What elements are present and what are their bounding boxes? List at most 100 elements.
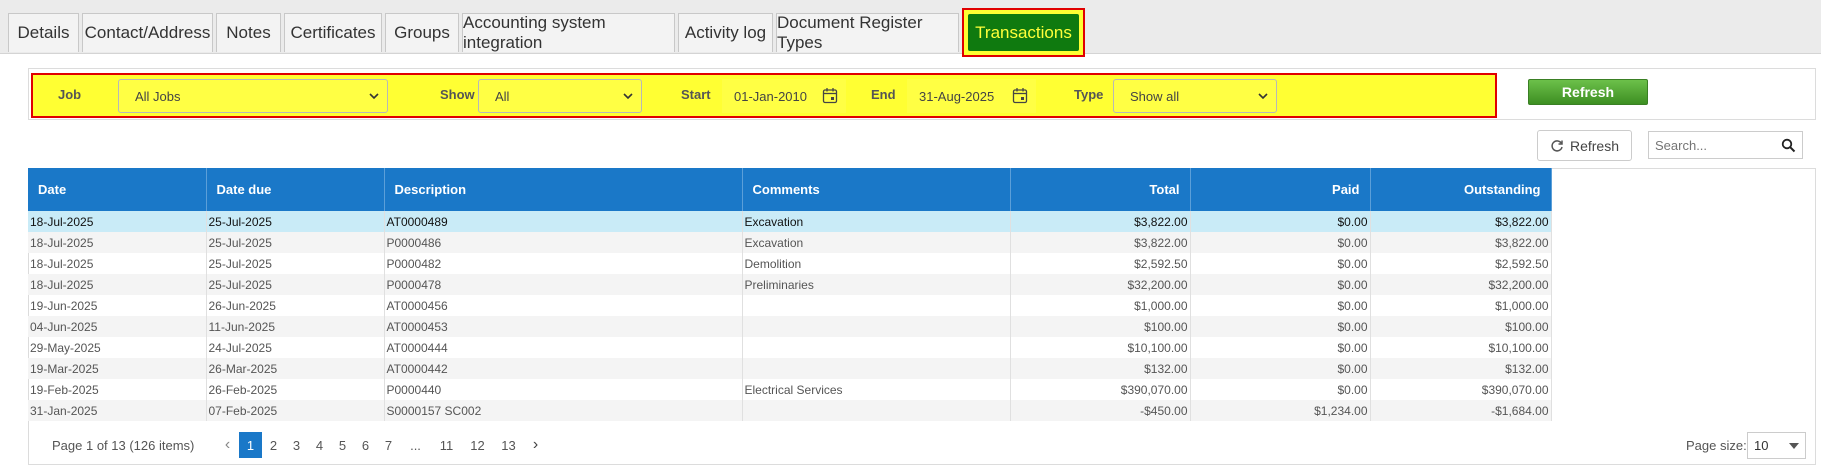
cell-outstanding: $3,822.00 xyxy=(1370,232,1552,253)
cell-comments xyxy=(742,400,1011,421)
grid-refresh-label: Refresh xyxy=(1569,137,1620,154)
column-header-comments[interactable]: Comments xyxy=(742,168,1011,211)
type-label: Type xyxy=(1074,87,1104,102)
calendar-icon[interactable] xyxy=(1012,87,1028,104)
cell-description-link[interactable]: AT0000489 xyxy=(384,211,743,232)
cell-date: 18-Jul-2025 xyxy=(28,232,207,253)
show-label: Show xyxy=(440,87,475,102)
cell-outstanding: $100.00 xyxy=(1370,316,1552,337)
table-row[interactable]: 19-Feb-2025 26-Feb-2025 P0000440 Electri… xyxy=(28,379,1552,400)
table-row[interactable]: 18-Jul-2025 25-Jul-2025 AT0000489 Excava… xyxy=(28,211,1552,232)
cell-date-due: 25-Jul-2025 xyxy=(206,253,385,274)
page-ellipsis-button[interactable]: ... xyxy=(400,432,431,458)
page-button[interactable]: 11 xyxy=(431,432,462,458)
tab-details[interactable]: Details xyxy=(8,13,79,52)
tab-activity-log[interactable]: Activity log xyxy=(678,13,773,52)
cell-paid: $0.00 xyxy=(1190,211,1371,232)
cell-description: AT0000453 xyxy=(384,316,743,337)
cell-outstanding: $3,822.00 xyxy=(1370,211,1552,232)
cell-date-due: 26-Mar-2025 xyxy=(206,358,385,379)
tab-accounting-system-integration[interactable]: Accounting system integration xyxy=(462,13,675,52)
page-button[interactable]: 3 xyxy=(285,432,308,458)
table-row[interactable]: 19-Mar-2025 26-Mar-2025 AT0000442 $132.0… xyxy=(28,358,1552,379)
end-date-input[interactable]: 31-Aug-2025 xyxy=(907,79,1036,113)
cell-date: 19-Jun-2025 xyxy=(28,295,207,316)
cell-date: 18-Jul-2025 xyxy=(28,253,207,274)
chevron-down-icon xyxy=(1258,93,1268,100)
page-button[interactable]: 2 xyxy=(262,432,285,458)
cell-date: 31-Jan-2025 xyxy=(28,400,207,421)
calendar-icon[interactable] xyxy=(822,87,838,104)
tab-transactions[interactable]: Transactions xyxy=(962,8,1085,57)
column-header-date-due[interactable]: Date due xyxy=(206,168,385,211)
column-header-paid[interactable]: Paid xyxy=(1190,168,1371,211)
job-select-value: All Jobs xyxy=(135,88,181,104)
cell-comments xyxy=(742,316,1011,337)
search-input[interactable] xyxy=(1649,132,1769,158)
table-row[interactable]: 18-Jul-2025 25-Jul-2025 P0000482 Demolit… xyxy=(28,253,1552,274)
cell-description: P0000440 xyxy=(384,379,743,400)
transactions-table: Date Date due Description Comments Total… xyxy=(28,168,1552,421)
cell-comments xyxy=(742,337,1011,358)
cell-date: 18-Jul-2025 xyxy=(28,274,207,295)
tab-notes[interactable]: Notes xyxy=(216,13,281,52)
page-button[interactable]: 1 xyxy=(239,432,262,458)
cell-outstanding: $1,000.00 xyxy=(1370,295,1552,316)
table-row[interactable]: 04-Jun-2025 11-Jun-2025 AT0000453 $100.0… xyxy=(28,316,1552,337)
tab-transactions-label: Transactions xyxy=(968,14,1079,51)
column-header-total[interactable]: Total xyxy=(1010,168,1191,211)
column-header-description[interactable]: Description xyxy=(384,168,743,211)
cell-date-due: 25-Jul-2025 xyxy=(206,211,385,232)
cell-paid: $0.00 xyxy=(1190,274,1371,295)
pager: ‹ 1 2 3 4 5 6 7 ... 11 12 13 › xyxy=(216,432,547,458)
filter-refresh-button[interactable]: Refresh xyxy=(1528,79,1648,105)
table-row[interactable]: 18-Jul-2025 25-Jul-2025 P0000486 Excavat… xyxy=(28,232,1552,253)
type-select[interactable]: Show all xyxy=(1113,79,1277,113)
start-date-input[interactable]: 01-Jan-2010 xyxy=(722,79,846,113)
job-label: Job xyxy=(58,87,82,102)
page-size-select[interactable]: 10 xyxy=(1747,432,1806,459)
page-button[interactable]: 4 xyxy=(308,432,331,458)
cell-description: P0000478 xyxy=(384,274,743,295)
table-row[interactable]: 29-May-2025 24-Jul-2025 AT0000444 $10,10… xyxy=(28,337,1552,358)
cell-paid: $0.00 xyxy=(1190,358,1371,379)
cell-outstanding: $10,100.00 xyxy=(1370,337,1552,358)
cell-paid: $0.00 xyxy=(1190,316,1371,337)
show-select-value: All xyxy=(495,88,510,104)
cell-outstanding: -$1,684.00 xyxy=(1370,400,1552,421)
page-button[interactable]: 12 xyxy=(462,432,493,458)
next-page-icon[interactable]: › xyxy=(524,432,547,458)
table-row[interactable]: 18-Jul-2025 25-Jul-2025 P0000478 Prelimi… xyxy=(28,274,1552,295)
prev-page-icon[interactable]: ‹ xyxy=(216,432,239,458)
refresh-icon xyxy=(1551,139,1563,152)
pager-info: Page 1 of 13 (126 items) xyxy=(52,438,195,453)
cell-comments: Preliminaries xyxy=(742,274,1011,295)
job-select[interactable]: All Jobs xyxy=(118,79,388,113)
end-date-value: 31-Aug-2025 xyxy=(919,88,995,104)
show-select[interactable]: All xyxy=(478,79,642,113)
cell-comments: Demolition xyxy=(742,253,1011,274)
cell-total: $32,200.00 xyxy=(1010,274,1191,295)
page-button[interactable]: 13 xyxy=(493,432,524,458)
page-size-value: 10 xyxy=(1754,438,1769,453)
cell-total: $132.00 xyxy=(1010,358,1191,379)
table-row[interactable]: 19-Jun-2025 26-Jun-2025 AT0000456 $1,000… xyxy=(28,295,1552,316)
caret-down-icon xyxy=(1789,443,1799,449)
column-header-outstanding[interactable]: Outstanding xyxy=(1370,168,1552,211)
table-row[interactable]: 31-Jan-2025 07-Feb-2025 S0000157 SC002 -… xyxy=(28,400,1552,421)
cell-comments xyxy=(742,295,1011,316)
tab-document-register-types[interactable]: Document Register Types xyxy=(776,13,959,52)
tab-certificates[interactable]: Certificates xyxy=(284,13,382,52)
page-button[interactable]: 6 xyxy=(354,432,377,458)
column-header-date[interactable]: Date xyxy=(28,168,207,211)
cell-date: 04-Jun-2025 xyxy=(28,316,207,337)
cell-total: $100.00 xyxy=(1010,316,1191,337)
page-button[interactable]: 5 xyxy=(331,432,354,458)
page-button[interactable]: 7 xyxy=(377,432,400,458)
cell-outstanding: $390,070.00 xyxy=(1370,379,1552,400)
tab-groups[interactable]: Groups xyxy=(385,13,459,52)
tab-contact-address[interactable]: Contact/Address xyxy=(82,13,213,52)
cell-date-due: 26-Feb-2025 xyxy=(206,379,385,400)
search-icon[interactable] xyxy=(1781,138,1796,153)
grid-refresh-button[interactable]: Refresh xyxy=(1537,130,1632,161)
